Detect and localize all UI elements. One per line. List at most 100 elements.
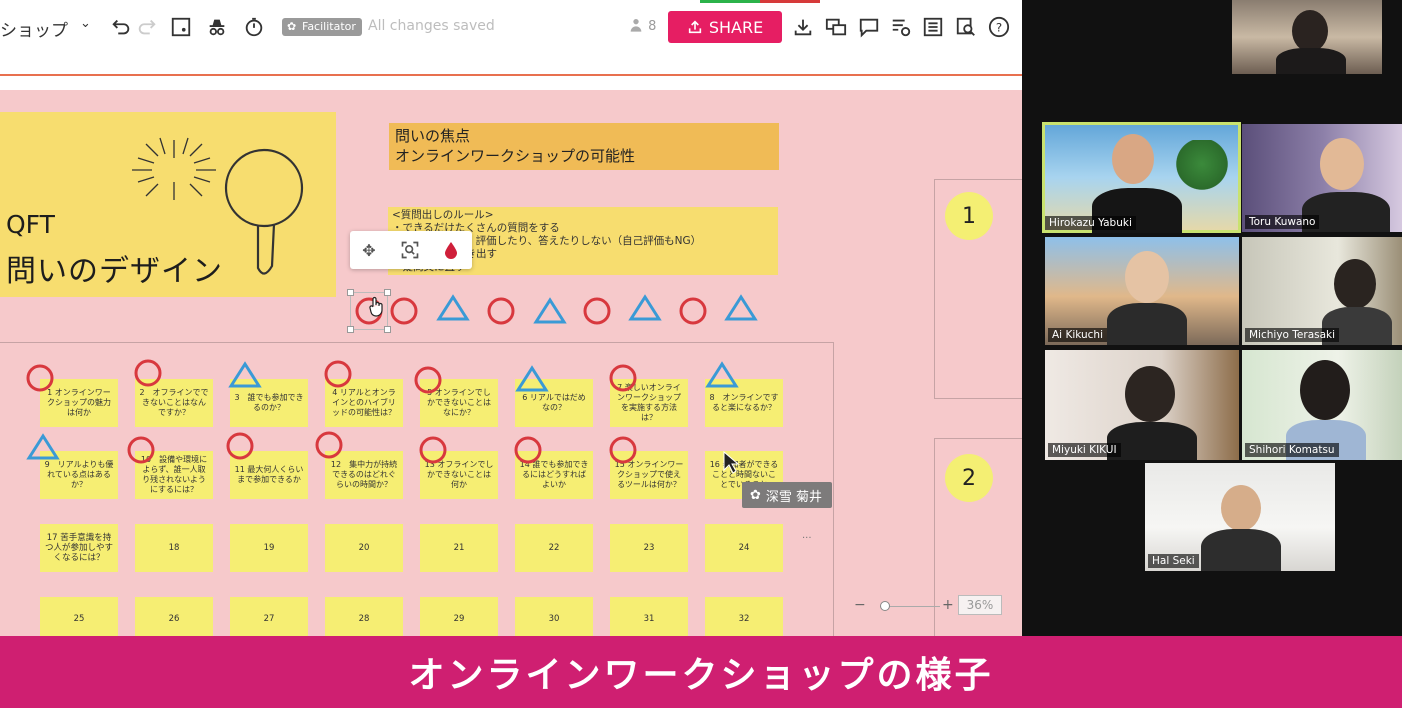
remote-user-name: 深雪 菊井 [765, 489, 823, 505]
list-icon[interactable] [920, 14, 946, 40]
sticky-note-icon[interactable] [168, 14, 194, 40]
triangle-mark[interactable] [705, 361, 739, 388]
download-icon[interactable] [790, 14, 816, 40]
zoom-percent[interactable]: 36% [958, 595, 1002, 615]
sticky-note[interactable]: 21 [420, 524, 498, 572]
undo-icon[interactable] [108, 14, 134, 40]
circle-mark[interactable] [127, 436, 155, 464]
sticky-note[interactable]: 30 [515, 597, 593, 636]
participant-video-tile[interactable]: Shihori Komatsu [1242, 350, 1402, 460]
zoom-slider-handle[interactable] [880, 601, 890, 611]
sticky-note[interactable]: 28 [325, 597, 403, 636]
triangle-mark[interactable] [628, 294, 662, 321]
participant-name: Hal Seki [1148, 554, 1199, 568]
sticky-note[interactable]: 26 [135, 597, 213, 636]
save-status: All changes saved [368, 18, 495, 34]
move-icon[interactable]: ✥ [358, 239, 380, 261]
sticky-note[interactable]: 19 [230, 524, 308, 572]
circle-mark[interactable] [134, 359, 162, 387]
circle-mark[interactable] [609, 364, 637, 392]
zoom-out-button[interactable]: − [854, 597, 866, 613]
question-focus-note[interactable]: 問いの焦点 オンラインワークショップの可能性 [389, 123, 779, 170]
chat-icon[interactable] [856, 14, 882, 40]
triangle-mark[interactable] [533, 297, 567, 324]
timer-icon[interactable] [241, 14, 267, 40]
chevron-down-icon[interactable]: ⌄ [80, 16, 91, 31]
circle-mark[interactable] [583, 297, 611, 325]
zoom-to-fit-icon[interactable] [399, 239, 421, 261]
facilitator-badge[interactable]: Facilitator [282, 18, 362, 36]
circle-mark[interactable] [514, 436, 542, 464]
video-call-panel: Hirokazu Yabuki Toru Kuwano Ai Kikuchi M… [1022, 0, 1402, 636]
sticky-note[interactable]: 20 [325, 524, 403, 572]
svg-text:?: ? [996, 21, 1002, 35]
circle-mark[interactable] [324, 360, 352, 388]
circle-mark[interactable] [419, 436, 447, 464]
remote-user-label: ✿ 深雪 菊井 [742, 482, 832, 508]
mark-palette[interactable] [350, 294, 760, 330]
triangle-mark[interactable] [515, 365, 549, 392]
title-card[interactable]: QFT 問いのデザイン [0, 112, 336, 297]
participant-name: Michiyo Terasaki [1245, 328, 1340, 342]
caption-banner: オンラインワークショップの様子 [0, 636, 1402, 708]
triangle-mark[interactable] [26, 433, 60, 460]
caption-text: オンラインワークショップの様子 [408, 655, 994, 696]
share-label: SHARE [708, 17, 764, 37]
rules-line: <質問出しのルール> [392, 209, 494, 221]
circle-mark[interactable] [487, 297, 515, 325]
toolbar-gap [0, 56, 1022, 74]
sticky-note[interactable]: 24 [705, 524, 783, 572]
self-view-video[interactable] [1232, 0, 1382, 74]
circle-mark[interactable] [414, 366, 442, 394]
search-icon[interactable] [953, 14, 979, 40]
share-accent-bar-red [760, 0, 820, 3]
sticky-note[interactable]: 23 [610, 524, 688, 572]
overflow-ellipsis: ... [802, 530, 812, 541]
participant-video-tile[interactable]: Miyuki KIKUI [1045, 350, 1239, 460]
participant-video-tile[interactable]: Hal Seki [1145, 463, 1335, 571]
circle-mark[interactable] [315, 431, 343, 459]
participant-video-tile[interactable]: Ai Kikuchi [1045, 237, 1239, 345]
circle-mark[interactable] [609, 436, 637, 464]
section-number-2: 2 [945, 454, 993, 502]
remote-cursor-icon [723, 450, 740, 474]
placed-marks [26, 359, 739, 464]
sticky-note[interactable]: 17 苦手意識を持つ人が参加しやすくなるには？ [40, 524, 118, 572]
participant-count-value: 8 [648, 19, 657, 34]
color-drop-icon[interactable] [440, 239, 462, 261]
share-button[interactable]: SHARE [668, 11, 782, 43]
sticky-note[interactable]: 32 [705, 597, 783, 636]
comments-icon[interactable] [823, 14, 849, 40]
participant-video-tile[interactable]: Michiyo Terasaki [1242, 237, 1402, 345]
participant-name: Hirokazu Yabuki [1045, 216, 1136, 230]
participant-video-tile[interactable]: Toru Kuwano [1242, 124, 1402, 232]
circle-mark[interactable] [26, 364, 54, 392]
upload-icon [688, 20, 701, 34]
participant-name: Toru Kuwano [1245, 215, 1320, 229]
redo-icon[interactable] [134, 14, 160, 40]
whiteboard-canvas[interactable]: QFT 問いのデザイン 問いの焦点 オンラインワークショップの可能性 <質問出し… [0, 90, 1022, 636]
app-toolbar: ショップ ⌄ Facilitator All changes saved 8 S… [0, 0, 1022, 56]
sticky-note[interactable]: 18 [135, 524, 213, 572]
canvas-top-strip [0, 76, 1022, 90]
zoom-in-button[interactable]: + [942, 597, 954, 613]
sticky-note[interactable]: 27 [230, 597, 308, 636]
sticky-note[interactable]: 25 [40, 597, 118, 636]
section-number-1: 1 [945, 192, 993, 240]
sticky-note[interactable]: 31 [610, 597, 688, 636]
triangle-mark[interactable] [436, 294, 470, 321]
participant-video-tile[interactable]: Hirokazu Yabuki [1042, 122, 1241, 233]
circle-mark[interactable] [390, 297, 418, 325]
incognito-icon[interactable] [204, 14, 230, 40]
circle-mark[interactable] [679, 297, 707, 325]
sticky-note[interactable]: 29 [420, 597, 498, 636]
activity-icon[interactable] [888, 14, 914, 40]
triangle-mark[interactable] [724, 294, 758, 321]
focus-topic: オンラインワークショップの可能性 [395, 147, 636, 165]
board-name[interactable]: ショップ [0, 16, 68, 41]
circle-mark[interactable] [226, 432, 254, 460]
help-icon[interactable]: ? [986, 14, 1012, 40]
title-question-design: 問いのデザイン [6, 254, 223, 289]
triangle-mark[interactable] [228, 361, 262, 388]
sticky-note[interactable]: 22 [515, 524, 593, 572]
